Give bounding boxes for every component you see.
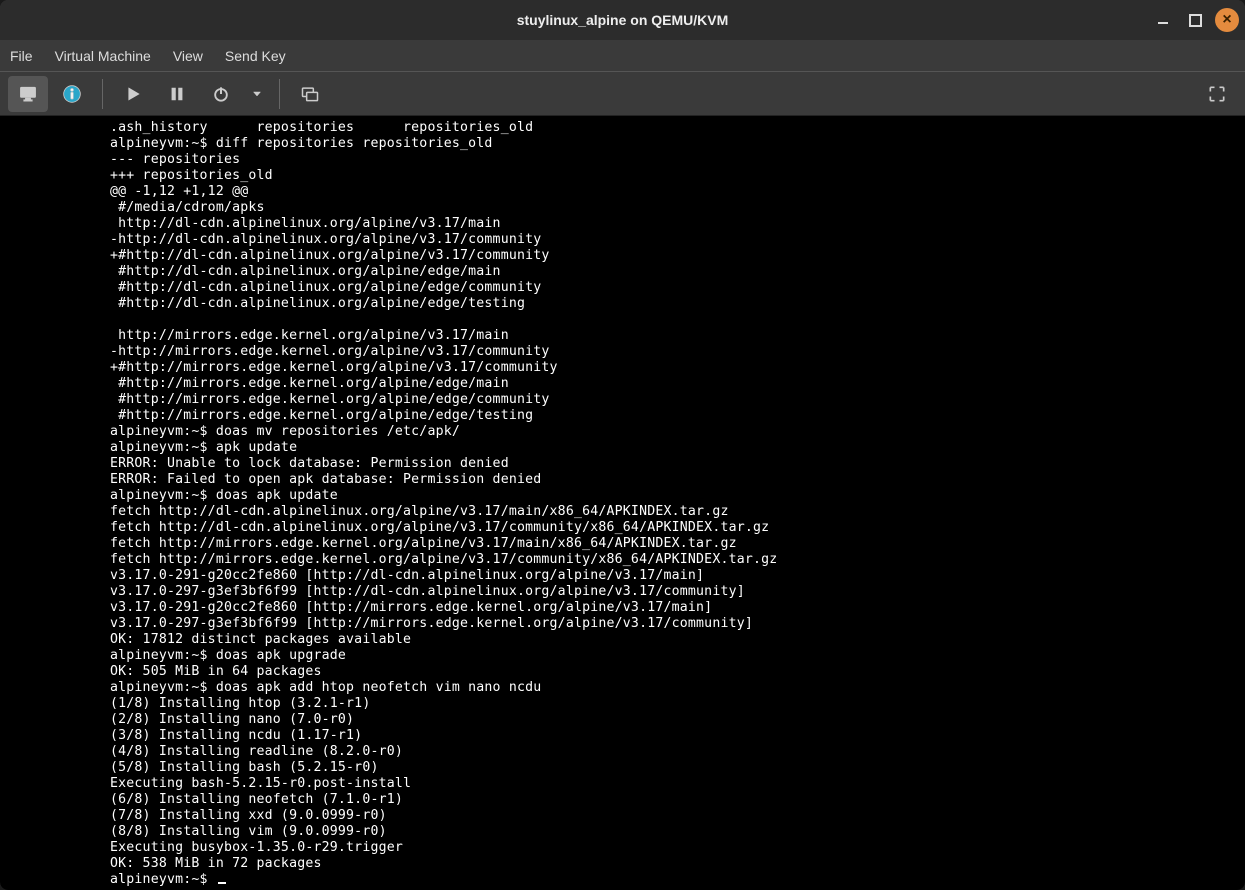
terminal-output[interactable]: .ash_history repositories repositories_o… — [0, 116, 1245, 890]
window-title: stuylinux_alpine on QEMU/KVM — [517, 12, 729, 28]
close-button[interactable]: × — [1215, 8, 1239, 32]
toolbar-separator — [102, 79, 103, 109]
menu-virtual-machine[interactable]: Virtual Machine — [55, 48, 151, 64]
minimize-button[interactable] — [1151, 8, 1175, 32]
console-button[interactable] — [8, 76, 48, 112]
power-icon — [211, 84, 231, 104]
snapshot-button[interactable] — [290, 76, 330, 112]
vm-window: stuylinux_alpine on QEMU/KVM × File Virt… — [0, 0, 1245, 890]
monitor-icon — [18, 84, 38, 104]
terminal-text: .ash_history repositories repositories_o… — [110, 120, 777, 871]
maximize-button[interactable] — [1183, 8, 1207, 32]
chevron-down-icon — [251, 88, 263, 100]
power-button[interactable] — [201, 76, 241, 112]
info-icon — [62, 84, 82, 104]
menubar: File Virtual Machine View Send Key — [0, 40, 1245, 72]
pause-button[interactable] — [157, 76, 197, 112]
play-button[interactable] — [113, 76, 153, 112]
toolbar-separator — [279, 79, 280, 109]
play-icon — [123, 84, 143, 104]
fullscreen-icon — [1207, 84, 1227, 104]
pause-icon — [167, 84, 187, 104]
titlebar[interactable]: stuylinux_alpine on QEMU/KVM × — [0, 0, 1245, 40]
info-button[interactable] — [52, 76, 92, 112]
toolbar — [0, 72, 1245, 116]
prompt-line: alpineyvm:~$ — [110, 872, 226, 887]
shell-prompt: alpineyvm:~$ — [110, 872, 216, 887]
power-dropdown[interactable] — [245, 76, 269, 112]
menu-send-key[interactable]: Send Key — [225, 48, 286, 64]
menu-file[interactable]: File — [10, 48, 33, 64]
window-controls: × — [1151, 0, 1239, 40]
snapshot-icon — [300, 84, 320, 104]
menu-view[interactable]: View — [173, 48, 203, 64]
fullscreen-button[interactable] — [1197, 76, 1237, 112]
cursor — [218, 882, 226, 884]
